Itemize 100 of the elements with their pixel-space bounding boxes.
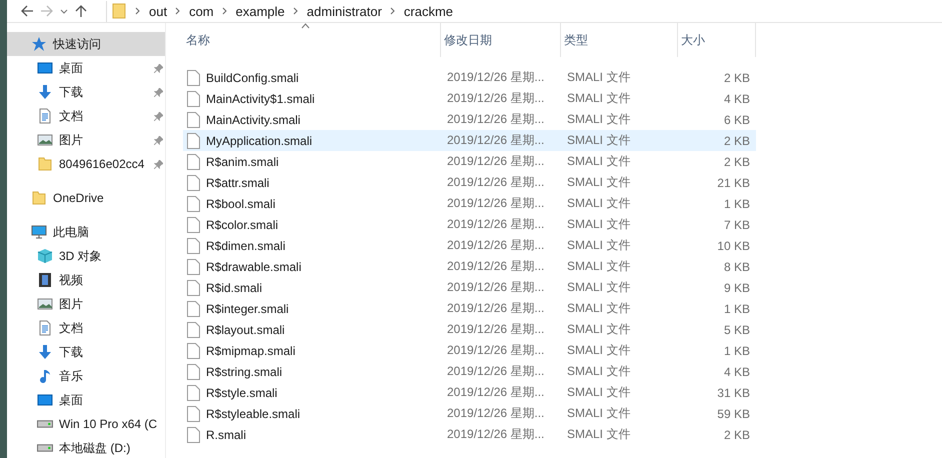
sidebar-item[interactable]: 桌面 (7, 56, 165, 80)
file-row[interactable]: BuildConfig.smali 2019/12/26 星期... SMALI 文件 2 KB (183, 67, 756, 88)
file-row[interactable]: R$mipmap.smali 2019/12/26 星期... SMALI 文件 1 KB (183, 340, 756, 361)
file-row[interactable]: MyApplication.smali 2019/12/26 星期... SMALI 文件 2 KB (183, 130, 756, 151)
type-cell-text: SMALI 文件 (566, 174, 632, 191)
breadcrumb[interactable]: com (189, 4, 214, 18)
file-row[interactable]: R$integer.smali 2019/12/26 星期... SMALI 文件 1 KB (183, 298, 756, 319)
file-name: R$styleable.smali (206, 406, 300, 420)
file-icon (187, 238, 200, 254)
picture-icon (37, 132, 53, 148)
folder-icon (37, 156, 53, 172)
file-row[interactable]: R$anim.smali 2019/12/26 星期... SMALI 文件 2 KB (183, 151, 756, 172)
file-name: R$color.smali (206, 218, 278, 232)
date-cell-text: 2019/12/26 星期... (446, 300, 546, 317)
date-cell-text: 2019/12/26 星期... (446, 342, 546, 359)
breadcrumb[interactable]: administrator (306, 4, 382, 18)
file-icon (187, 258, 200, 274)
date-cell-text: 2019/12/26 星期... (446, 153, 546, 170)
file-icon (187, 216, 200, 232)
file-row[interactable]: R$styleable.smali 2019/12/26 星期... SMALI 文件 59 KB (183, 403, 756, 424)
file-icon (187, 342, 200, 358)
file-row[interactable]: R$style.smali 2019/12/26 星期... SMALI 文件 31 KB (183, 382, 756, 403)
column-header[interactable]: 名称 (183, 23, 441, 57)
type-cell-text: SMALI 文件 (566, 279, 632, 296)
sidebar-item[interactable]: 3D 对象 (7, 244, 165, 268)
size-cell-text: 1 KB (722, 344, 751, 358)
file-icon (187, 426, 200, 442)
sidebar-item[interactable]: 此电脑 (7, 220, 165, 244)
size-cell-text: 31 KB (716, 386, 751, 400)
breadcrumb[interactable]: example (236, 4, 285, 18)
file-name: MainActivity$1.smali (206, 92, 315, 106)
file-row[interactable]: MainActivity$1.smali 2019/12/26 星期... SMALI 文件 4 KB (183, 88, 756, 109)
monitor-icon (37, 60, 53, 76)
type-cell-text: SMALI 文件 (566, 153, 632, 170)
file-icon (187, 112, 200, 128)
file-name: R$attr.smali (206, 176, 270, 190)
type-cell-text: SMALI 文件 (566, 69, 632, 86)
sidebar-item[interactable]: 文档 (7, 316, 165, 340)
type-cell-text: SMALI 文件 (566, 195, 632, 212)
size-cell-text: 2 KB (722, 154, 751, 168)
file-name: R$style.smali (206, 386, 278, 400)
file-row[interactable]: R$string.smali 2019/12/26 星期... SMALI 文件 4 KB (183, 361, 756, 382)
file-icon (187, 406, 200, 422)
sidebar-item[interactable]: 下载 (7, 340, 165, 364)
sidebar-item[interactable]: 图片 (7, 292, 165, 316)
file-name: R$layout.smali (206, 322, 285, 336)
chevron-icon (292, 7, 299, 15)
file-row[interactable]: R$attr.smali 2019/12/26 星期... SMALI 文件 21 KB (183, 172, 756, 193)
file-icon (187, 322, 200, 338)
size-cell-text: 7 KB (722, 218, 751, 232)
up-icon[interactable] (74, 4, 88, 18)
sidebar-item[interactable]: Win 10 Pro x64 (C (7, 412, 165, 436)
column-header[interactable]: 大小 (678, 23, 756, 57)
breadcrumb[interactable]: crackme (404, 4, 454, 18)
date-cell-text: 2019/12/26 星期... (446, 90, 546, 107)
type-cell-text: SMALI 文件 (566, 426, 632, 443)
file-row[interactable]: R$layout.smali 2019/12/26 星期... SMALI 文件 5 KB (183, 319, 756, 340)
file-row[interactable]: R$id.smali 2019/12/26 星期... SMALI 文件 9 KB (183, 277, 756, 298)
file-name: R$bool.smali (206, 196, 276, 210)
sidebar-item[interactable]: 文档 (7, 104, 165, 128)
music-note-icon (37, 368, 53, 384)
sidebar-item[interactable]: OneDrive (7, 186, 165, 210)
file-row[interactable]: R$color.smali 2019/12/26 星期... SMALI 文件 7 KB (183, 214, 756, 235)
file-name: R$dimen.smali (206, 238, 286, 252)
sidebar-item[interactable]: 音乐 (7, 364, 165, 388)
breadcrumb[interactable]: out (149, 4, 168, 18)
size-cell-text: 5 KB (722, 322, 751, 336)
date-cell-text: 2019/12/26 星期... (446, 174, 546, 191)
sidebar-item[interactable]: 图片 (7, 128, 165, 152)
file-icon (187, 70, 200, 86)
down-arrow-icon (37, 84, 53, 100)
type-cell-text: SMALI 文件 (566, 258, 632, 275)
size-cell-text: 1 KB (722, 196, 751, 210)
computer-icon (31, 224, 47, 240)
date-cell-text: 2019/12/26 星期... (446, 279, 546, 296)
date-cell-text: 2019/12/26 星期... (446, 258, 546, 275)
sidebar-item[interactable]: 本地磁盘 (D:) (7, 436, 165, 458)
sidebar-item[interactable]: 下载 (7, 80, 165, 104)
date-cell-text: 2019/12/26 星期... (446, 405, 546, 422)
sidebar-item[interactable]: 8049616e02cc4 (7, 152, 165, 176)
size-cell-text: 2 KB (722, 134, 751, 148)
file-name: BuildConfig.smali (206, 70, 299, 84)
size-cell-text: 59 KB (716, 406, 751, 420)
file-icon (187, 300, 200, 316)
file-row[interactable]: R$dimen.smali 2019/12/26 星期... SMALI 文件 10 KB (183, 235, 756, 256)
file-icon (187, 384, 200, 400)
column-header[interactable]: 修改日期 (441, 23, 561, 57)
file-row[interactable]: R$bool.smali 2019/12/26 星期... SMALI 文件 1 KB (183, 193, 756, 214)
date-cell-text: 2019/12/26 星期... (446, 363, 546, 380)
file-row[interactable]: MainActivity.smali 2019/12/26 星期... SMALI 文件 6 KB (183, 109, 756, 130)
file-row[interactable]: R.smali 2019/12/26 星期... SMALI 文件 2 KB (183, 424, 756, 445)
sidebar-item[interactable]: 桌面 (7, 388, 165, 412)
sidebar-item[interactable]: 视频 (7, 268, 165, 292)
file-row[interactable]: R$drawable.smali 2019/12/26 星期... SMALI 文件 8 KB (183, 256, 756, 277)
sidebar-item[interactable]: 快速访问 (7, 32, 165, 56)
file-name: R$string.smali (206, 364, 282, 378)
file-icon (187, 132, 200, 148)
column-header[interactable]: 类型 (561, 23, 678, 57)
type-cell-text: SMALI 文件 (566, 363, 632, 380)
back-icon[interactable] (20, 4, 34, 18)
